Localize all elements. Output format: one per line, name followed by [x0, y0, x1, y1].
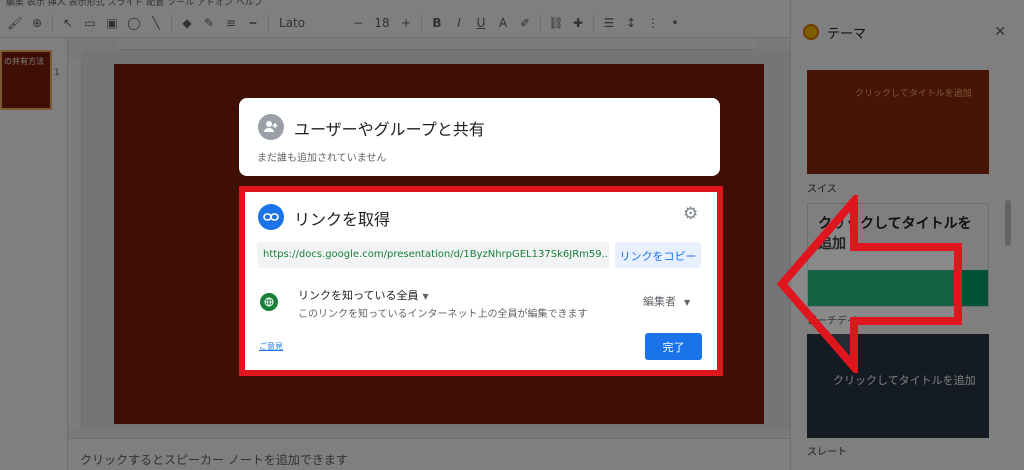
chevron-down-icon: ▼ — [422, 292, 429, 301]
share-link-field[interactable]: https://docs.google.com/presentation/d/1… — [257, 242, 609, 268]
get-link-card: リンクを取得 ⚙ https://docs.google.com/present… — [239, 186, 720, 372]
link-access-description: このリンクを知っているインターネット上の全員が編集できます — [298, 309, 588, 320]
link-access-label: リンクを知っている全員 — [298, 289, 419, 302]
add-person-icon — [258, 114, 284, 140]
role-label: 編集者 — [643, 295, 676, 308]
share-with-people-card[interactable]: ユーザーやグループと共有 まだ誰も追加されていません — [239, 98, 720, 176]
link-icon — [258, 204, 284, 230]
get-link-title: リンクを取得 — [294, 210, 391, 229]
copy-link-button[interactable]: リンクをコピー — [615, 242, 701, 268]
done-button[interactable]: 完了 — [645, 333, 702, 360]
share-people-subtitle: まだ誰も追加されていません — [257, 153, 387, 164]
globe-icon — [260, 293, 278, 311]
role-selector[interactable]: 編集者 ▼ — [643, 293, 690, 309]
gear-icon[interactable]: ⚙ — [683, 204, 698, 224]
link-access-selector[interactable]: リンクを知っている全員 ▼ — [298, 287, 429, 303]
feedback-link[interactable]: ご意見 — [259, 341, 283, 352]
chevron-down-icon: ▼ — [684, 298, 691, 307]
share-people-title: ユーザーやグループと共有 — [294, 120, 485, 139]
